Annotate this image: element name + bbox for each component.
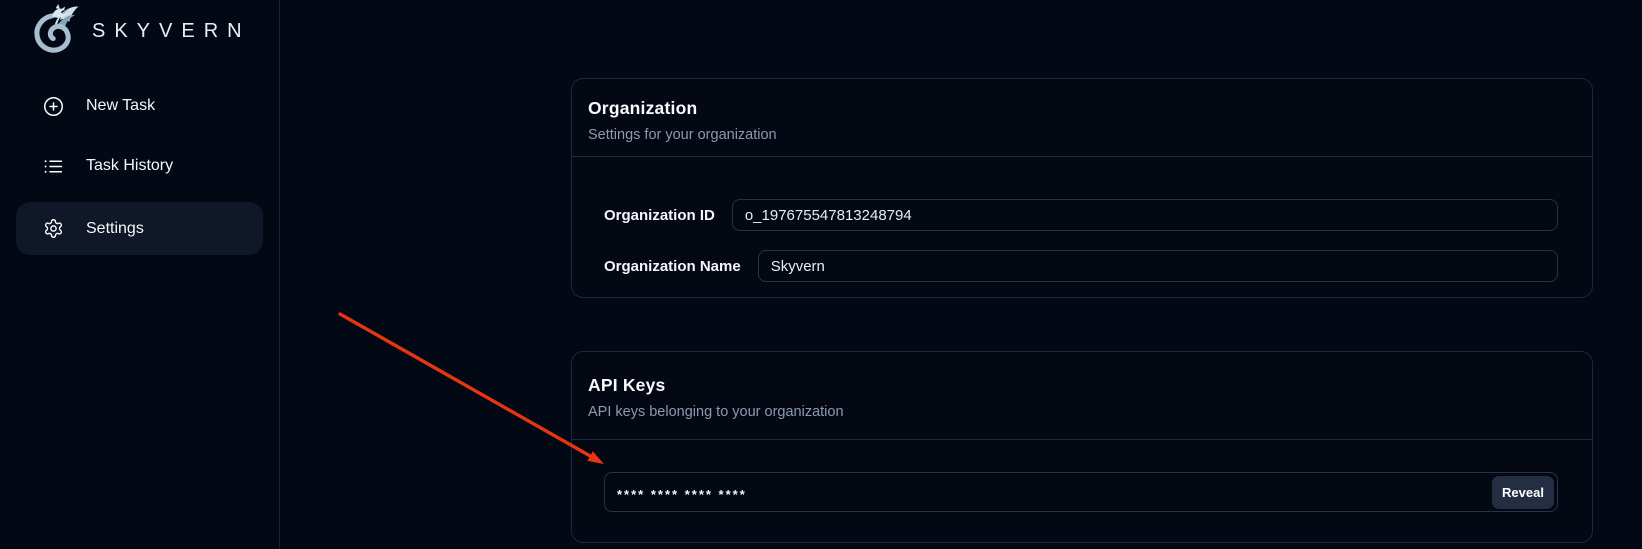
organization-name-label: Organization Name (604, 258, 741, 275)
api-keys-card-header: API Keys API keys belonging to your orga… (572, 352, 1592, 440)
dragon-logo-icon (26, 3, 82, 59)
list-icon (43, 156, 64, 177)
sidebar-item-settings[interactable]: Settings (16, 202, 263, 255)
organization-card-body: Organization ID Organization Name (572, 157, 1592, 297)
nav-label-new-task: New Task (86, 97, 155, 115)
api-keys-card-subtitle: API keys belonging to your organization (588, 404, 1576, 420)
organization-name-input[interactable] (758, 250, 1558, 282)
sidebar-item-task-history[interactable]: Task History (16, 142, 263, 190)
api-key-masked-value: **** **** **** **** (617, 483, 747, 502)
api-key-field[interactable]: **** **** **** **** Reveal (604, 472, 1558, 512)
nav-label-settings: Settings (86, 220, 144, 238)
sidebar-nav: New Task Task History (0, 82, 279, 255)
gear-icon (43, 218, 64, 239)
api-keys-card-title: API Keys (588, 375, 1576, 396)
organization-card-header: Organization Settings for your organizat… (572, 79, 1592, 157)
api-keys-card: API Keys API keys belonging to your orga… (571, 351, 1593, 543)
organization-card-subtitle: Settings for your organization (588, 127, 1576, 143)
organization-name-row: Organization Name (604, 250, 1558, 282)
app-root: SKYVERN New Task Task History (0, 0, 1642, 549)
plus-circle-icon (43, 96, 64, 117)
settings-page: Organization Settings for your organizat… (280, 0, 1642, 549)
sidebar: SKYVERN New Task Task History (0, 0, 280, 549)
nav-label-task-history: Task History (86, 157, 173, 175)
brand-name: SKYVERN (92, 20, 251, 43)
organization-id-label: Organization ID (604, 207, 715, 224)
api-keys-card-body: **** **** **** **** Reveal (572, 440, 1592, 542)
reveal-button[interactable]: Reveal (1492, 476, 1554, 509)
organization-id-row: Organization ID (604, 199, 1558, 231)
organization-card: Organization Settings for your organizat… (571, 78, 1593, 298)
brand-logo[interactable]: SKYVERN (0, 0, 279, 60)
sidebar-item-new-task[interactable]: New Task (16, 82, 263, 130)
organization-card-title: Organization (588, 98, 1576, 119)
organization-id-input[interactable] (732, 199, 1558, 231)
